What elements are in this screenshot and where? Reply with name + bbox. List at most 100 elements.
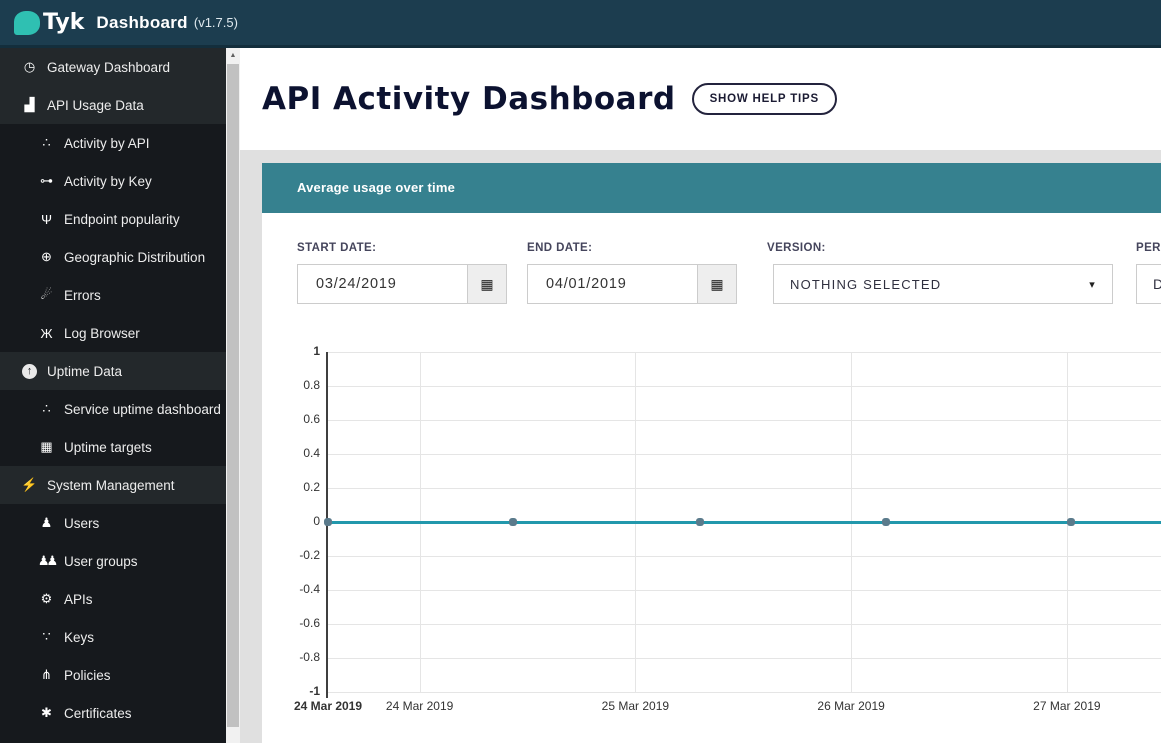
sidebar-item-users[interactable]: ♟ Users <box>0 504 226 542</box>
sidebar-item-user-groups[interactable]: ♟♟ User groups <box>0 542 226 580</box>
data-point-marker[interactable] <box>696 518 705 526</box>
y-tick-label: -0.8 <box>299 650 320 664</box>
period-group: PERIOD: Daily <box>1136 242 1161 304</box>
key-icon: ⊶ <box>40 173 53 188</box>
bug-icon: Ж <box>40 325 53 341</box>
bolt-icon: ⚡ <box>21 477 38 492</box>
x-tick-label: 24 Mar 2019 <box>293 699 363 713</box>
data-point-marker[interactable] <box>324 518 332 526</box>
content-background: Average usage over time START DATE: ▦ EN… <box>240 150 1161 743</box>
globe-icon: ⊕ <box>41 249 52 264</box>
panel-header: Average usage over time <box>262 163 1161 213</box>
sidebar-item-label: Users <box>64 515 100 531</box>
version-label: (v1.7.5) <box>193 15 238 30</box>
sidebar-item-api-usage-data[interactable]: ▟ API Usage Data <box>0 86 226 124</box>
sidebar-item-label: APIs <box>64 591 93 607</box>
y-gridline <box>328 658 1161 659</box>
end-date-input[interactable] <box>527 264 697 304</box>
panel-body: START DATE: ▦ END DATE: ▦ <box>262 213 1161 743</box>
sidebar-item-label: System Management <box>47 477 175 493</box>
sidebar-item-label: Errors <box>64 287 101 303</box>
sidebar-item-label: Gateway Dashboard <box>47 59 171 75</box>
period-select[interactable]: Daily <box>1136 264 1161 304</box>
arrow-up-circle-icon: ↑ <box>22 363 37 379</box>
scrollbar-up-arrow-icon[interactable]: ▲ <box>226 48 240 64</box>
y-gridline <box>328 624 1161 625</box>
calendar-icon[interactable]: ▦ <box>467 264 507 304</box>
bomb-icon: ☄ <box>40 287 53 302</box>
y-gridline <box>328 420 1161 421</box>
data-point-marker[interactable] <box>882 518 891 526</box>
series-line <box>328 521 1161 524</box>
sidebar-item-label: Geographic Distribution <box>64 249 206 265</box>
sidebar-item-system-management[interactable]: ⚡ System Management <box>0 466 226 504</box>
show-help-tips-button[interactable]: SHOW HELP TIPS <box>691 83 837 115</box>
tachometer-icon: ◷ <box>23 59 36 74</box>
start-date-label: START DATE: <box>297 242 377 254</box>
y-tick-label: -0.6 <box>299 616 320 630</box>
certificate-icon: ✱ <box>41 705 52 720</box>
sidebar-item-log-browser[interactable]: Ж Log Browser <box>0 314 226 352</box>
y-tick-label: 1 <box>313 344 320 358</box>
sidebar-nav: ◷ Gateway Dashboard ▟ API Usage Data ∴ Activi… <box>0 48 226 743</box>
user-icon: ♟ <box>40 515 53 530</box>
y-tick-label: -0.4 <box>299 582 320 596</box>
start-date-input[interactable] <box>297 264 467 304</box>
main-area: API Activity Dashboard SHOW HELP TIPS Av… <box>240 48 1161 743</box>
sidebar-item-activity-by-key[interactable]: ⊶ Activity by Key <box>0 162 226 200</box>
scrollbar-thumb[interactable] <box>227 64 239 727</box>
end-date-label: END DATE: <box>527 242 593 254</box>
y-tick-label: 0.6 <box>303 412 320 426</box>
sidebar-item-keys[interactable]: ∵ Keys <box>0 618 226 656</box>
brand-name: Tyk <box>43 10 85 35</box>
y-tick-label: 0 <box>313 514 320 528</box>
period-selected-value: Daily <box>1153 276 1161 292</box>
sidebar-item-gateway-dashboard[interactable]: ◷ Gateway Dashboard <box>0 48 226 86</box>
sidebar-item-activity-by-api[interactable]: ∴ Activity by API <box>0 124 226 162</box>
caret-down-icon: ▾ <box>1089 278 1096 291</box>
data-point-marker[interactable] <box>508 518 517 526</box>
sidebar-item-endpoint-popularity[interactable]: Ψ Endpoint popularity <box>0 200 226 238</box>
code-branch-icon: Ψ <box>41 211 52 227</box>
sidebar-item-uptime-data[interactable]: ↑ Uptime Data <box>0 352 226 390</box>
cluster-icon: ∴ <box>42 401 51 416</box>
y-tick-label: -1 <box>309 684 320 698</box>
y-gridline <box>328 352 1161 353</box>
calendar-icon[interactable]: ▦ <box>697 264 737 304</box>
sidebar-scrollbar[interactable]: ▲ <box>226 48 240 743</box>
sidebar-item-policies[interactable]: ⋔ Policies <box>0 656 226 694</box>
version-select[interactable]: NOTHING SELECTED ▾ <box>773 264 1113 304</box>
table-icon: ▦ <box>40 439 53 454</box>
average-usage-panel: Average usage over time START DATE: ▦ EN… <box>262 163 1161 743</box>
y-tick-label: 0.8 <box>303 378 320 392</box>
sidebar-item-apis[interactable]: ⚙ APIs <box>0 580 226 618</box>
bar-chart-icon: ▟ <box>24 97 35 112</box>
sidebar-item-certificates[interactable]: ✱ Certificates <box>0 694 226 732</box>
x-tick-label: 26 Mar 2019 <box>817 699 885 713</box>
version-selected-value: NOTHING SELECTED <box>790 276 942 292</box>
sidebar-item-label: API Usage Data <box>47 97 144 113</box>
period-label: PERIOD: <box>1136 242 1161 254</box>
users-icon: ♟♟ <box>37 553 58 568</box>
sidebar-item-label: Activity by Key <box>64 173 152 189</box>
sidebar-item-label: Certificates <box>64 705 132 721</box>
sidebar-item-label: Uptime targets <box>64 439 152 455</box>
y-gridline <box>328 556 1161 557</box>
y-tick-label: 0.4 <box>303 446 320 460</box>
sidebar-item-label: Keys <box>64 629 95 645</box>
sidebar-item-uptime-targets[interactable]: ▦ Uptime targets <box>0 428 226 466</box>
x-tick-label: 25 Mar 2019 <box>601 699 670 713</box>
y-tick-label: 0.2 <box>303 480 320 494</box>
sidebar-item-label: Policies <box>64 667 111 683</box>
sidebar-item-service-uptime-dashboard[interactable]: ∴ Service uptime dashboard <box>0 390 226 428</box>
sidebar-item-errors[interactable]: ☄ Errors <box>0 276 226 314</box>
x-tick-label: 27 Mar 2019 <box>1033 699 1101 713</box>
sidebar-item-label: Endpoint popularity <box>64 211 180 227</box>
tyk-logo-icon <box>14 10 40 35</box>
sidebar-item-geographic-distribution[interactable]: ⊕ Geographic Distribution <box>0 238 226 276</box>
version-label: VERSION: <box>767 242 826 254</box>
filter-row: START DATE: ▦ END DATE: ▦ <box>297 242 1161 304</box>
y-tick-label: -0.2 <box>299 548 320 562</box>
data-point-marker[interactable] <box>1067 518 1076 526</box>
y-gridline <box>328 692 1161 693</box>
